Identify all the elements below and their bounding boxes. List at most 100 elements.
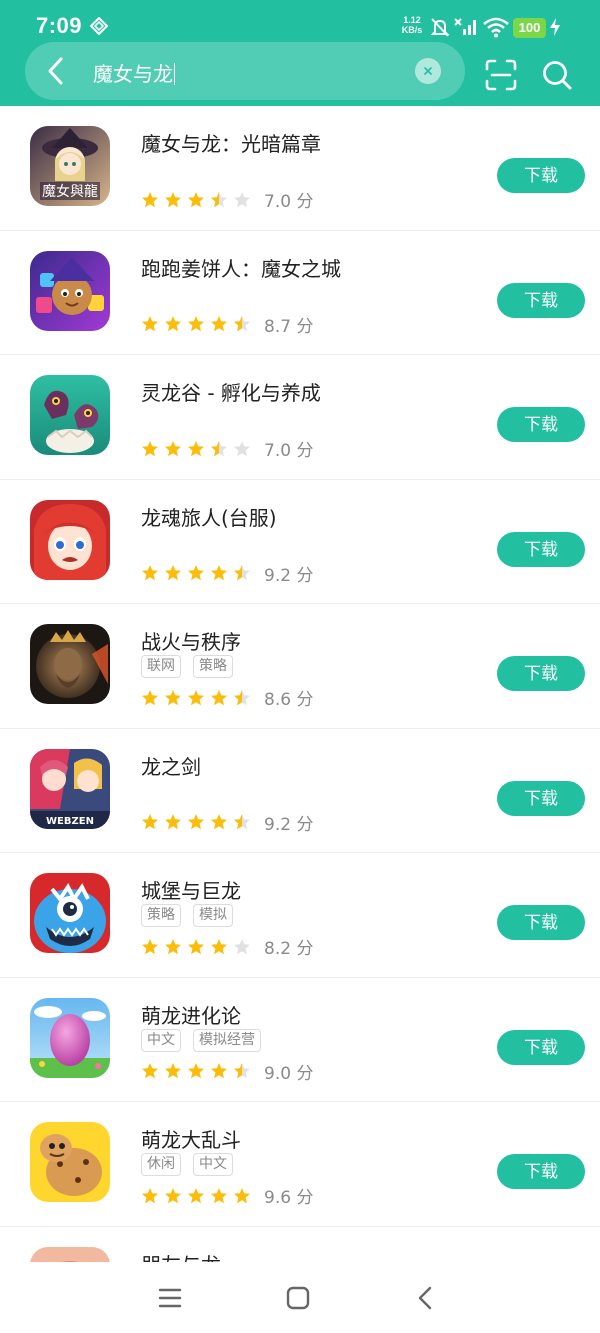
app-name[interactable]: 灵龙谷 - 孵化与养成 <box>141 377 321 406</box>
app-list-item[interactable]: 城堡与巨龙 策略 模拟 8.2 分 下载 <box>0 853 600 978</box>
app-tag: 中文 <box>141 1028 181 1052</box>
clear-icon <box>424 67 432 75</box>
download-button[interactable]: 下载 <box>497 282 585 318</box>
star-full-icon <box>188 938 204 954</box>
app-list-item[interactable]: 战火与秩序 联网 策略 8.6 分 下载 <box>0 604 600 729</box>
star-empty-icon <box>234 440 250 456</box>
star-full-icon <box>142 316 158 332</box>
star-half-icon <box>234 1063 250 1079</box>
app-name[interactable]: 龙之剑 <box>141 751 201 780</box>
star-full-icon <box>188 316 204 332</box>
app-list-item[interactable]: 灵龙谷 - 孵化与养成 7.0 分 下载 <box>0 355 600 480</box>
baby-dragon-icon[interactable] <box>30 375 110 455</box>
no-signal-icon <box>454 18 476 35</box>
star-full-icon <box>188 565 204 581</box>
app-score: 7.0 分 <box>264 441 314 461</box>
clear-button[interactable] <box>415 58 441 84</box>
home-icon[interactable] <box>282 1282 314 1314</box>
search-button[interactable] <box>540 58 574 92</box>
app-tag: 模拟 <box>193 904 233 927</box>
app-name[interactable]: 龙魂旅人(台服) <box>141 502 277 531</box>
app-score: 9.0 分 <box>264 1063 314 1084</box>
download-button[interactable]: 下载 <box>497 1029 585 1065</box>
red-hair-girl-icon[interactable] <box>30 499 110 580</box>
star-full-icon <box>234 1187 250 1203</box>
search-input[interactable]: 魔女与龙 <box>93 58 175 87</box>
app-rating: 7.0 分 <box>141 187 313 212</box>
star-full-icon <box>142 689 158 705</box>
download-button[interactable]: 下载 <box>497 780 585 816</box>
app-name[interactable]: 魔女与龙：光暗篇章 <box>141 128 321 157</box>
app-score: 9.6 分 <box>264 1188 314 1208</box>
download-button[interactable]: 下载 <box>497 656 585 691</box>
star-full-icon <box>165 191 181 207</box>
search-results-list[interactable]: 魔女與龍 魔女与龙：光暗篇章 7.0 分下载 跑跑姜饼人：魔女之城 8.7 分下载 灵龙谷… <box>0 106 600 1262</box>
back-button[interactable] <box>37 51 77 91</box>
app-list-item[interactable]: 萌龙进化论 中文 模拟经营 9.0 分 下载 <box>0 978 600 1102</box>
download-button[interactable]: 下载 <box>497 158 585 193</box>
speed-unit: KB/s <box>401 25 423 35</box>
svg-text:魔女與龍: 魔女與龍 <box>42 183 98 200</box>
star-full-icon <box>188 1187 204 1203</box>
app-name[interactable]: 萌龙进化论 <box>141 1000 241 1029</box>
cookie-witch-icon[interactable] <box>30 250 110 331</box>
back-arrow-icon <box>48 57 63 85</box>
star-full-icon <box>211 316 227 332</box>
app-list-item[interactable]: 魔女與龍 魔女与龙：光暗篇章 7.0 分 下载 <box>0 106 600 231</box>
star-full-icon <box>165 938 181 954</box>
app-list-item[interactable]: 龙魂旅人(台服) 9.2 分 下载 <box>0 480 600 604</box>
star-half-icon <box>234 814 250 830</box>
download-button[interactable]: 下载 <box>497 531 585 567</box>
app-tag: 策略 <box>193 655 233 678</box>
svg-text:WEBZEN: WEBZEN <box>46 816 94 827</box>
king-portrait-icon[interactable] <box>30 624 110 704</box>
app-list-item[interactable]: 朋友与龙 <box>0 1227 600 1263</box>
star-full-icon <box>142 440 158 456</box>
star-half-icon <box>234 565 250 581</box>
app-tags: 策略 模拟 <box>141 904 233 927</box>
app-score: 8.6 分 <box>264 690 314 710</box>
app-name[interactable]: 战火与秩序 <box>141 626 241 655</box>
app-name[interactable]: 萌龙大乱斗 <box>141 1124 241 1153</box>
star-full-icon <box>188 191 204 207</box>
star-full-icon <box>165 1063 181 1079</box>
text-caret <box>174 63 175 85</box>
app-rating: 9.6 分 <box>141 1183 313 1208</box>
app-rating: 9.2 分 <box>141 810 313 835</box>
cookie-dragon-icon[interactable] <box>30 1122 110 1202</box>
app-list-item[interactable]: 跑跑姜饼人：魔女之城 8.7 分 下载 <box>0 231 600 355</box>
app-name[interactable]: 跑跑姜饼人：魔女之城 <box>141 253 341 282</box>
scan-button[interactable] <box>484 58 518 92</box>
pink-egg-icon[interactable] <box>30 997 110 1078</box>
app-rating: 8.2 分 <box>141 934 313 959</box>
star-full-icon <box>165 1187 181 1203</box>
download-button[interactable]: 下载 <box>497 905 585 940</box>
app-tag: 休闲 <box>141 1153 181 1176</box>
friend-dragon-icon[interactable] <box>30 1246 110 1263</box>
search-icon <box>543 61 572 90</box>
anime-duo-icon[interactable]: WEBZEN <box>30 748 110 829</box>
menu-icon[interactable] <box>154 1282 186 1314</box>
witch-girl-icon[interactable]: 魔女與龍 <box>30 126 110 206</box>
app-name[interactable]: 城堡与巨龙 <box>141 875 241 904</box>
search-bar: 魔女与龙 <box>25 42 465 100</box>
scan-icon <box>485 59 517 91</box>
network-speed: 1.12 KB/s <box>398 15 426 35</box>
app-tag: 联网 <box>141 655 181 678</box>
app-list-item[interactable]: WEBZEN 龙之剑 9.2 分 下载 <box>0 729 600 853</box>
download-button[interactable]: 下载 <box>497 407 585 442</box>
app-score: 8.2 分 <box>264 939 314 959</box>
star-half-icon <box>234 689 250 705</box>
app-list-item[interactable]: 萌龙大乱斗 休闲 中文 9.6 分 下载 <box>0 1102 600 1227</box>
blue-monster-icon[interactable] <box>30 873 110 953</box>
app-name[interactable]: 朋友与龙 <box>141 1249 221 1263</box>
app-score: 8.7 分 <box>264 316 314 337</box>
star-full-icon <box>211 1063 227 1079</box>
star-full-icon <box>188 1063 204 1079</box>
back-icon[interactable] <box>410 1282 442 1314</box>
star-full-icon <box>142 1187 158 1203</box>
app-rating: 9.0 分 <box>141 1059 313 1084</box>
battery-icon: 100 <box>513 18 546 38</box>
star-full-icon <box>188 814 204 830</box>
download-button[interactable]: 下载 <box>497 1154 585 1189</box>
